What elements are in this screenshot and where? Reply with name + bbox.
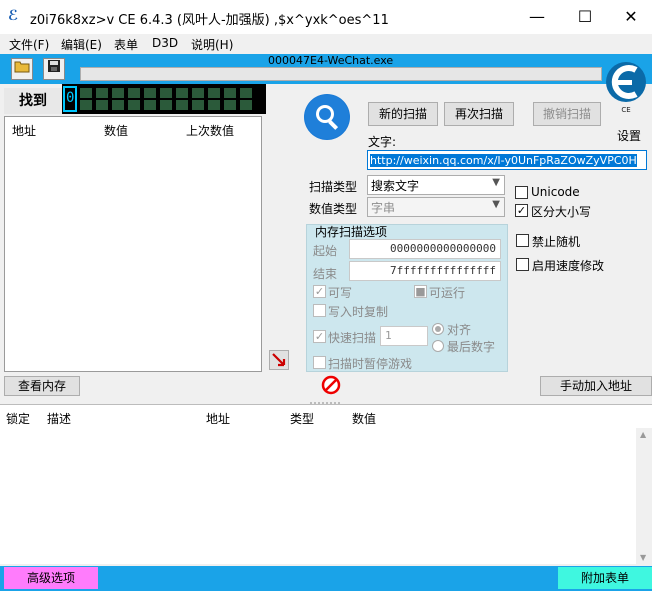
close-button[interactable]: ✕: [608, 0, 652, 34]
end-address-input[interactable]: 7fffffffffffffff: [349, 261, 501, 281]
alignment-radio[interactable]: [432, 323, 444, 335]
fast-scan-input[interactable]: 1: [380, 326, 428, 346]
scan-text-input[interactable]: http://weixin.qq.com/x/I-y0UnFpRaZOwZyVP…: [367, 150, 647, 170]
memory-options-title: 内存扫描选项: [315, 225, 388, 239]
start-label: 起始: [313, 244, 338, 258]
scan-magnifier-icon[interactable]: [304, 94, 350, 140]
copy-on-write-checkbox[interactable]: [313, 304, 326, 317]
stop-icon[interactable]: [321, 375, 341, 395]
new-scan-button[interactable]: 新的扫描: [368, 102, 438, 126]
add-to-list-button[interactable]: [269, 350, 289, 370]
pause-game-label: 扫描时暂停游戏: [328, 357, 413, 371]
save-table-button[interactable]: [43, 58, 65, 80]
speedhack-label: 启用速度修改: [532, 259, 605, 273]
executable-label: 可运行: [429, 286, 466, 300]
menu-help[interactable]: 说明(H): [191, 36, 233, 53]
scan-type-value: 搜索文字: [371, 179, 420, 193]
process-name: 000047E4-WeChat.exe: [268, 54, 394, 67]
scan-progress-bar: [80, 67, 602, 81]
table-header-lock[interactable]: 锁定: [6, 410, 30, 427]
found-label: 找到: [4, 88, 62, 114]
open-folder-icon: [14, 61, 30, 77]
menu-table[interactable]: 表单: [114, 36, 138, 53]
scan-type-label: 扫描类型: [309, 180, 358, 194]
svg-text:CE: CE: [621, 106, 630, 114]
last-digits-radio[interactable]: [432, 340, 444, 352]
open-process-button[interactable]: [11, 58, 33, 80]
executable-checkbox[interactable]: ■: [414, 285, 427, 298]
text-label: 文字:: [368, 135, 397, 149]
address-table[interactable]: [0, 404, 652, 564]
scroll-up-icon[interactable]: ▲: [640, 430, 646, 439]
splitter[interactable]: [0, 396, 652, 404]
maximize-button[interactable]: ☐: [562, 0, 608, 34]
result-list[interactable]: [4, 116, 262, 372]
disable-random-checkbox[interactable]: [516, 234, 529, 247]
ce-logo-icon[interactable]: CE: [604, 56, 648, 116]
found-count: 0: [66, 90, 75, 106]
minimize-button[interactable]: —: [514, 0, 560, 34]
pointer-arrow-icon: [270, 353, 288, 372]
unicode-checkbox[interactable]: [515, 186, 528, 199]
start-address-input[interactable]: 0000000000000000: [349, 239, 501, 259]
table-scrollbar[interactable]: ▲ ▼: [636, 428, 652, 564]
advanced-options-button[interactable]: 高级选项: [4, 567, 98, 589]
copy-on-write-label: 写入时复制: [328, 305, 389, 319]
value-type-label: 数值类型: [309, 202, 358, 216]
window-title: z0i76k8xz>v CE 6.4.3 (风叶人-加强版) ,$x^yxk^o…: [30, 13, 389, 28]
end-label: 结束: [313, 267, 338, 281]
writable-checkbox[interactable]: ✓: [313, 285, 326, 298]
alignment-label: 对齐: [447, 323, 472, 337]
add-address-button[interactable]: 手动加入地址: [540, 376, 652, 396]
writable-label: 可写: [328, 286, 353, 300]
case-sensitive-checkbox[interactable]: ✓: [515, 204, 528, 217]
next-scan-button[interactable]: 再次扫描: [444, 102, 514, 126]
chevron-down-icon: ▼: [492, 199, 500, 210]
scroll-down-icon[interactable]: ▼: [640, 553, 646, 562]
view-memory-button[interactable]: 查看内存: [4, 376, 80, 396]
menu-d3d[interactable]: D3D: [152, 36, 178, 50]
case-sensitive-label: 区分大小写: [531, 205, 592, 219]
table-extras-button[interactable]: 附加表单: [558, 567, 652, 589]
app-logo-icon: ℰ: [8, 8, 19, 24]
table-header-type[interactable]: 类型: [290, 410, 314, 427]
undo-scan-button[interactable]: 撤销扫描: [533, 102, 601, 126]
value-type-select[interactable]: 字串 ▼: [367, 197, 505, 217]
settings-label[interactable]: 设置: [617, 127, 641, 144]
result-header-value[interactable]: 数值: [104, 122, 128, 139]
menu-file[interactable]: 文件(F): [9, 36, 49, 53]
fast-scan-label: 快速扫描: [328, 331, 377, 345]
pause-game-checkbox[interactable]: [313, 356, 326, 369]
save-disk-icon: [47, 60, 61, 77]
value-type-value: 字串: [371, 201, 396, 215]
scan-type-select[interactable]: 搜索文字 ▼: [367, 175, 505, 195]
scan-text-value: http://weixin.qq.com/x/I-y0UnFpRaZOwZyVP…: [370, 154, 637, 167]
found-count-display: 0: [62, 84, 266, 114]
table-header-description[interactable]: 描述: [47, 410, 71, 427]
table-header-value[interactable]: 数值: [352, 410, 376, 427]
result-header-previous[interactable]: 上次数值: [186, 122, 234, 139]
last-digits-label: 最后数字: [447, 340, 496, 354]
menu-edit[interactable]: 编辑(E): [61, 36, 102, 53]
table-header-address[interactable]: 地址: [206, 410, 230, 427]
chevron-down-icon: ▼: [492, 177, 500, 188]
result-header-address[interactable]: 地址: [12, 122, 36, 139]
unicode-label: Unicode: [531, 185, 580, 199]
fast-scan-checkbox[interactable]: ✓: [313, 330, 326, 343]
disable-random-label: 禁止随机: [532, 235, 581, 249]
speedhack-checkbox[interactable]: [516, 258, 529, 271]
